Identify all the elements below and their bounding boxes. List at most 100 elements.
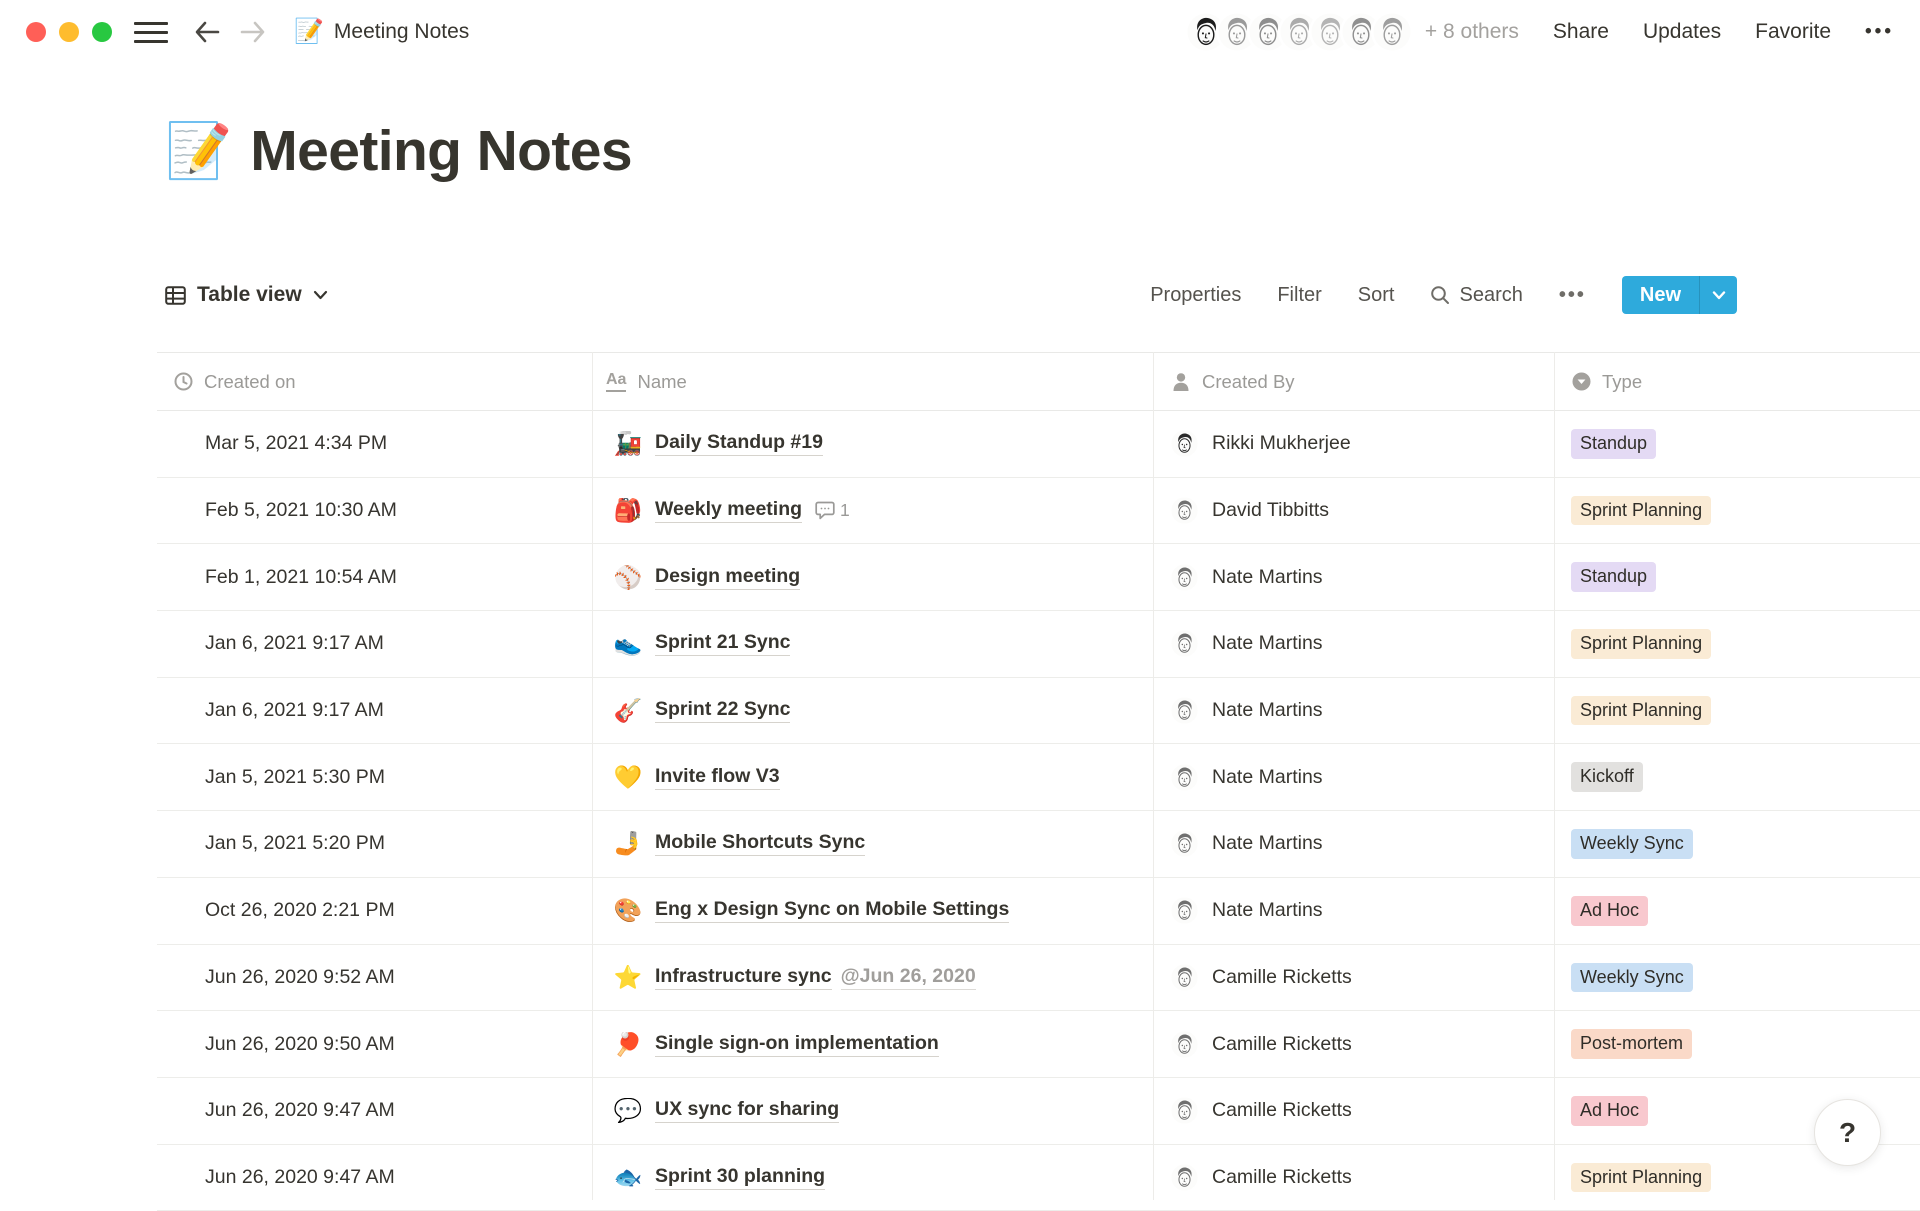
created-by-cell[interactable]: Nate Martins (1153, 630, 1554, 657)
type-cell[interactable]: Sprint Planning (1554, 696, 1920, 726)
page-name-link[interactable]: Mobile Shortcuts Sync (655, 831, 865, 856)
table-view-switcher[interactable]: Table view (165, 283, 328, 307)
column-header-created-by[interactable]: Created By (1153, 353, 1554, 410)
sort-button[interactable]: Sort (1358, 284, 1395, 307)
created-on-cell[interactable]: Jan 5, 2021 5:30 PM (157, 766, 592, 789)
type-tag[interactable]: Weekly Sync (1571, 963, 1693, 993)
column-divider[interactable] (592, 352, 593, 1200)
more-options-icon[interactable]: ••• (1865, 21, 1894, 43)
type-tag[interactable]: Ad Hoc (1571, 1096, 1648, 1126)
created-on-cell[interactable]: Jun 26, 2020 9:47 AM (157, 1099, 592, 1122)
name-cell[interactable]: 🎨Eng x Design Sync on Mobile Settings (592, 898, 1153, 923)
created-by-cell[interactable]: David Tibbitts (1153, 497, 1554, 524)
column-header-type[interactable]: Type (1554, 353, 1920, 410)
properties-button[interactable]: Properties (1150, 284, 1241, 307)
type-tag[interactable]: Standup (1571, 562, 1656, 592)
type-tag[interactable]: Kickoff (1571, 762, 1643, 792)
created-by-cell[interactable]: Camille Ricketts (1153, 1097, 1554, 1124)
type-tag[interactable]: Sprint Planning (1571, 496, 1711, 526)
type-tag[interactable]: Sprint Planning (1571, 696, 1711, 726)
page-name-link[interactable]: Sprint 22 Sync (655, 698, 790, 723)
forward-arrow-icon[interactable] (238, 17, 268, 47)
type-tag[interactable]: Weekly Sync (1571, 829, 1693, 859)
minimize-window-button[interactable] (59, 22, 79, 42)
column-header-created-on[interactable]: Created on (157, 353, 592, 410)
name-cell[interactable]: ⚾Design meeting (592, 565, 1153, 590)
created-by-cell[interactable]: Nate Martins (1153, 697, 1554, 724)
created-on-cell[interactable]: Feb 1, 2021 10:54 AM (157, 566, 592, 589)
name-cell[interactable]: 🏓Single sign-on implementation (592, 1032, 1153, 1057)
type-tag[interactable]: Sprint Planning (1571, 629, 1711, 659)
created-on-cell[interactable]: Jan 6, 2021 9:17 AM (157, 699, 592, 722)
created-on-cell[interactable]: Mar 5, 2021 4:34 PM (157, 432, 592, 455)
page-name-link[interactable]: Sprint 30 planning (655, 1165, 825, 1190)
filter-button[interactable]: Filter (1277, 284, 1321, 307)
name-cell[interactable]: 🚂Daily Standup #19 (592, 431, 1153, 456)
created-by-cell[interactable]: Nate Martins (1153, 764, 1554, 791)
type-cell[interactable]: Ad Hoc (1554, 896, 1920, 926)
updates-button[interactable]: Updates (1643, 20, 1721, 44)
type-cell[interactable]: Weekly Sync (1554, 829, 1920, 859)
created-on-cell[interactable]: Jan 5, 2021 5:20 PM (157, 832, 592, 855)
column-divider[interactable] (1554, 352, 1555, 1200)
type-cell[interactable]: Sprint Planning (1554, 629, 1920, 659)
created-by-cell[interactable]: Camille Ricketts (1153, 1164, 1554, 1191)
name-cell[interactable]: 🎒Weekly meeting1 (592, 498, 1153, 523)
page-name-link[interactable]: Design meeting (655, 565, 800, 590)
created-on-cell[interactable]: Jun 26, 2020 9:47 AM (157, 1166, 592, 1189)
page-name-link[interactable]: Infrastructure sync (655, 965, 832, 990)
type-cell[interactable]: Standup (1554, 562, 1920, 592)
page-name-link[interactable]: Daily Standup #19 (655, 431, 823, 456)
name-cell[interactable]: 🤳Mobile Shortcuts Sync (592, 831, 1153, 856)
type-cell[interactable]: Post-mortem (1554, 1029, 1920, 1059)
others-count-label[interactable]: + 8 others (1425, 20, 1519, 44)
type-cell[interactable]: Weekly Sync (1554, 963, 1920, 993)
name-cell[interactable]: 👟Sprint 21 Sync (592, 631, 1153, 656)
created-by-cell[interactable]: Camille Ricketts (1153, 964, 1554, 991)
type-tag[interactable]: Sprint Planning (1571, 1163, 1711, 1193)
type-cell[interactable]: Sprint Planning (1554, 496, 1920, 526)
created-by-cell[interactable]: Rikki Mukherjee (1153, 430, 1554, 457)
type-tag[interactable]: Post-mortem (1571, 1029, 1692, 1059)
name-cell[interactable]: 💬UX sync for sharing (592, 1098, 1153, 1123)
page-name-link[interactable]: Weekly meeting (655, 498, 802, 523)
help-button[interactable]: ? (1814, 1099, 1881, 1166)
new-dropdown-chevron-icon[interactable] (1700, 276, 1737, 314)
column-divider[interactable] (1153, 352, 1154, 1200)
page-name-link[interactable]: Single sign-on implementation (655, 1032, 939, 1057)
created-on-cell[interactable]: Oct 26, 2020 2:21 PM (157, 899, 592, 922)
view-options-icon[interactable]: ••• (1559, 284, 1586, 307)
type-cell[interactable]: Standup (1554, 429, 1920, 459)
back-arrow-icon[interactable] (192, 17, 222, 47)
zoom-window-button[interactable] (92, 22, 112, 42)
page-title[interactable]: Meeting Notes (250, 118, 632, 184)
breadcrumb[interactable]: 📝 Meeting Notes (294, 20, 469, 44)
page-name-link[interactable]: Eng x Design Sync on Mobile Settings (655, 898, 1009, 923)
name-cell[interactable]: 🐟Sprint 30 planning (592, 1165, 1153, 1190)
type-tag[interactable]: Ad Hoc (1571, 896, 1648, 926)
new-button[interactable]: New (1622, 276, 1737, 314)
collaborator-avatar[interactable] (1373, 13, 1411, 51)
created-on-cell[interactable]: Jun 26, 2020 9:52 AM (157, 966, 592, 989)
comment-indicator[interactable]: 1 (815, 500, 850, 521)
created-by-cell[interactable]: Nate Martins (1153, 830, 1554, 857)
column-header-name[interactable]: Aa Name (592, 353, 1153, 410)
created-by-cell[interactable]: Camille Ricketts (1153, 1031, 1554, 1058)
page-name-link[interactable]: Invite flow V3 (655, 765, 780, 790)
created-by-cell[interactable]: Nate Martins (1153, 564, 1554, 591)
share-button[interactable]: Share (1553, 20, 1609, 44)
type-cell[interactable]: Sprint Planning (1554, 1163, 1920, 1193)
created-by-cell[interactable]: Nate Martins (1153, 897, 1554, 924)
page-memo-icon[interactable]: 📝 (165, 124, 232, 178)
page-name-link[interactable]: Sprint 21 Sync (655, 631, 790, 656)
name-cell[interactable]: 🎸Sprint 22 Sync (592, 698, 1153, 723)
created-on-cell[interactable]: Feb 5, 2021 10:30 AM (157, 499, 592, 522)
type-tag[interactable]: Standup (1571, 429, 1656, 459)
name-cell[interactable]: ⭐Infrastructure sync@Jun 26, 2020 (592, 965, 1153, 990)
search-button[interactable]: Search (1430, 284, 1522, 307)
favorite-button[interactable]: Favorite (1755, 20, 1831, 44)
name-cell[interactable]: 💛Invite flow V3 (592, 765, 1153, 790)
created-on-cell[interactable]: Jan 6, 2021 9:17 AM (157, 632, 592, 655)
new-button-label[interactable]: New (1622, 276, 1699, 314)
type-cell[interactable]: Kickoff (1554, 762, 1920, 792)
